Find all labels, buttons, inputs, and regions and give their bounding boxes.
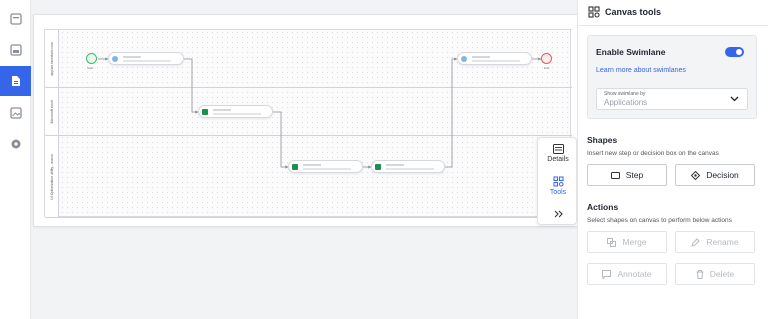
left-nav-rail (0, 0, 31, 319)
excel-icon (202, 109, 208, 115)
diamond-icon (691, 170, 701, 180)
step-button[interactable]: Step (587, 164, 667, 186)
tools-label: Tools (549, 189, 567, 196)
merge-button[interactable]: Merge (587, 231, 667, 253)
step-label: Step (625, 170, 644, 180)
tools-icon (553, 176, 564, 187)
end-label: End (544, 66, 550, 70)
rectangle-icon (610, 171, 620, 179)
decision-label: Decision (706, 170, 739, 180)
rename-button[interactable]: Rename (675, 231, 755, 253)
shapes-title: Shapes (587, 135, 618, 145)
nav-settings[interactable] (0, 129, 31, 159)
swimlane-toggle[interactable] (725, 47, 744, 57)
double-chevron-right-icon (554, 210, 563, 218)
end-event[interactable] (541, 53, 552, 64)
excel-icon (375, 164, 381, 170)
canvas-grid[interactable]: appian.incentivio.com Microsoft excel UI… (44, 29, 572, 218)
decision-button[interactable]: Decision (675, 164, 755, 186)
start-event[interactable] (86, 53, 97, 64)
dashboard-icon (9, 13, 22, 25)
process-step-node[interactable] (108, 52, 184, 65)
swimlane-by-select[interactable]: Show swimlane by Applications (596, 88, 748, 110)
details-button[interactable]: Details (538, 144, 578, 163)
app-icon (112, 56, 118, 62)
delete-button[interactable]: Delete (675, 263, 755, 285)
nav-grid[interactable] (0, 35, 31, 65)
swimlane-title: Enable Swimlane (596, 47, 666, 57)
annotate-button[interactable]: Annotate (587, 263, 667, 285)
trash-icon (696, 269, 704, 279)
actions-subtitle: Select shapes on canvas to perform below… (587, 217, 732, 224)
settings-icon (11, 139, 20, 149)
start-label: Start (87, 66, 94, 70)
grid-icon (9, 44, 22, 56)
rename-label: Rename (706, 237, 739, 247)
list-icon (552, 144, 564, 154)
process-canvas[interactable]: appian.incentivio.com Microsoft excel UI… (33, 14, 578, 227)
shapes-subtitle: Insert new step or decision box on the c… (587, 150, 719, 157)
canvas-side-toolbar: Details Tools (537, 137, 577, 225)
tools-button[interactable]: Tools (538, 176, 578, 196)
select-label: Show swimlane by (604, 91, 646, 97)
merge-label: Merge (622, 237, 647, 247)
app-icon (461, 56, 467, 62)
chevron-down-icon (730, 96, 739, 102)
process-step-node[interactable] (288, 160, 363, 173)
select-value: Applications (604, 98, 648, 107)
delete-label: Delete (709, 269, 735, 279)
excel-icon (292, 164, 298, 170)
nav-images[interactable] (0, 98, 31, 128)
comment-icon (602, 269, 612, 279)
annotate-label: Annotate (617, 269, 652, 279)
process-step-node[interactable] (371, 160, 445, 173)
swimlane-settings: Enable Swimlane Learn more about swimlan… (587, 35, 757, 119)
panel-header: Canvas tools (578, 0, 768, 26)
collapse-toolbar-button[interactable] (538, 210, 578, 220)
process-step-node[interactable] (198, 105, 273, 118)
pencil-icon (691, 237, 701, 247)
process-step-node[interactable] (457, 52, 532, 65)
merge-icon (607, 237, 617, 247)
panel-title: Canvas tools (605, 7, 662, 17)
document-icon (11, 76, 20, 86)
canvas-tools-icon (588, 6, 600, 18)
actions-title: Actions (587, 202, 619, 212)
canvas-tools-panel: Canvas tools Enable Swimlane Learn more … (577, 0, 768, 319)
nav-documents[interactable] (0, 66, 31, 96)
details-label: Details (547, 156, 569, 163)
image-icon (9, 107, 22, 119)
learn-more-link[interactable]: Learn more about swimlanes (596, 67, 686, 74)
nav-dashboard[interactable] (0, 4, 31, 34)
